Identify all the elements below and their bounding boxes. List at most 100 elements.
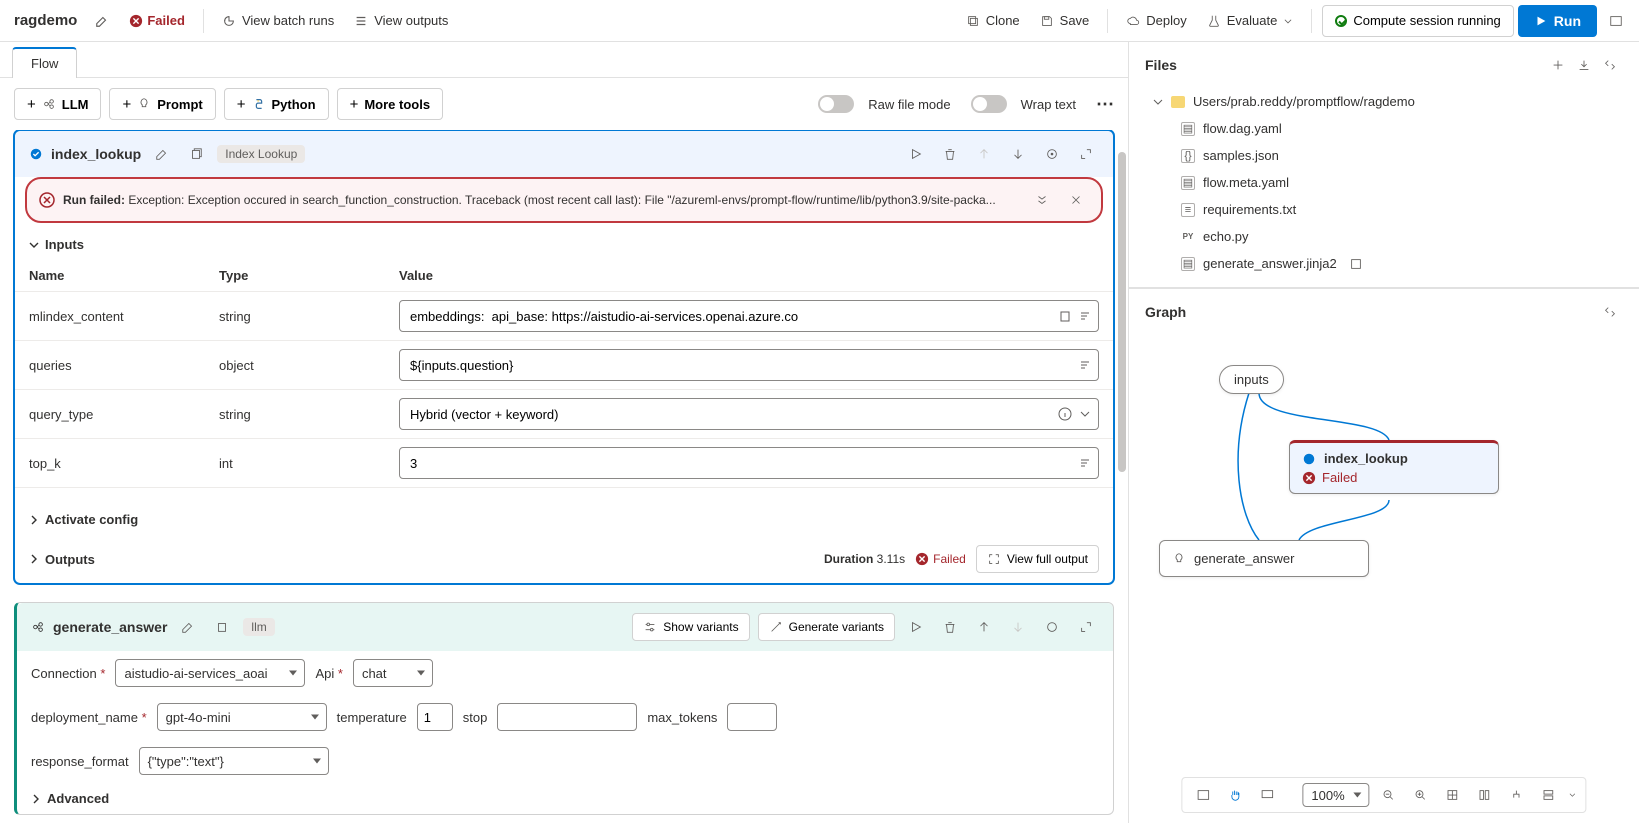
layout-button[interactable]: [1472, 782, 1498, 808]
locate-button[interactable]: [1039, 141, 1065, 167]
raw-file-toggle[interactable]: [818, 95, 854, 113]
file-row[interactable]: ▤generate_answer.jinja2: [1145, 250, 1623, 277]
file-row[interactable]: ▤flow.meta.yaml: [1145, 169, 1623, 196]
save-button[interactable]: Save: [1032, 6, 1098, 36]
delete-node-button[interactable]: [937, 614, 963, 640]
view-outputs-button[interactable]: View outputs: [346, 6, 456, 36]
wrap-text-toggle[interactable]: [971, 95, 1007, 113]
more-menu-button[interactable]: ⋯: [1096, 94, 1114, 115]
graph-canvas[interactable]: inputs index_lookup Failed generate_answ…: [1129, 335, 1639, 823]
edit-node-button[interactable]: [149, 141, 175, 167]
files-panel: Files Users/prab.reddy/promptflow/ragdem…: [1129, 42, 1639, 288]
delete-node-button[interactable]: [937, 141, 963, 167]
input-value-field[interactable]: [399, 349, 1099, 381]
zoom-out-button[interactable]: [1376, 782, 1402, 808]
add-llm-button[interactable]: + LLM: [14, 88, 101, 120]
max-tokens-input[interactable]: [727, 703, 777, 731]
file-row[interactable]: PYecho.py: [1145, 223, 1623, 250]
show-variants-button[interactable]: Show variants: [632, 613, 749, 641]
chevron-down-icon[interactable]: [1077, 406, 1093, 422]
graph-node-index-lookup[interactable]: index_lookup Failed: [1289, 440, 1499, 494]
play-icon: [1534, 14, 1548, 28]
clone-button[interactable]: Clone: [958, 6, 1028, 36]
expand-button[interactable]: [1073, 141, 1099, 167]
folder-icon: [1171, 96, 1185, 108]
auto-layout-button[interactable]: [1504, 782, 1530, 808]
raw-file-label: Raw file mode: [868, 97, 950, 112]
file-row[interactable]: ≡requirements.txt: [1145, 196, 1623, 223]
target-icon: [1045, 620, 1059, 634]
file-row[interactable]: ▤flow.dag.yaml: [1145, 115, 1623, 142]
collapse-panel-button[interactable]: [1597, 52, 1623, 78]
connection-select[interactable]: aistudio-ai-services_aoai: [115, 659, 305, 687]
expand-error-button[interactable]: [1029, 187, 1055, 213]
copy-node-button[interactable]: [209, 614, 235, 640]
move-up-button[interactable]: [971, 614, 997, 640]
input-value-field[interactable]: [399, 447, 1099, 479]
add-python-button[interactable]: + Python: [224, 88, 329, 120]
deployment-select[interactable]: gpt-4o-mini: [157, 703, 327, 731]
locate-button[interactable]: [1039, 614, 1065, 640]
file-row[interactable]: {}samples.json: [1145, 142, 1623, 169]
deploy-button[interactable]: Deploy: [1118, 6, 1194, 36]
graph-node-inputs[interactable]: inputs: [1219, 365, 1284, 394]
generate-variants-button[interactable]: Generate variants: [758, 613, 895, 641]
zoom-select[interactable]: 100%: [1302, 783, 1369, 807]
table-row: query_type string: [15, 390, 1113, 439]
run-button[interactable]: Run: [1518, 5, 1597, 37]
orientation-button[interactable]: [1536, 782, 1562, 808]
folder-row[interactable]: Users/prab.reddy/promptflow/ragdemo: [1145, 88, 1623, 115]
more-tools-button[interactable]: + More tools: [337, 88, 444, 120]
sort-icon[interactable]: [1077, 308, 1093, 324]
close-error-button[interactable]: [1063, 187, 1089, 213]
scrollbar-thumb[interactable]: [1118, 152, 1126, 472]
input-value-field[interactable]: [399, 300, 1099, 332]
view-full-output-button[interactable]: View full output: [976, 545, 1099, 573]
add-prompt-button[interactable]: + Prompt: [109, 88, 215, 120]
input-type: int: [205, 439, 385, 488]
edit-name-button[interactable]: [87, 6, 117, 36]
add-file-button[interactable]: [1545, 52, 1571, 78]
collapse-icon: [1603, 58, 1617, 72]
copy-icon[interactable]: [1057, 308, 1073, 324]
response-format-select[interactable]: {"type":"text"}: [139, 747, 329, 775]
screenshot-button[interactable]: [1190, 782, 1216, 808]
response-format-label: response_format: [31, 754, 129, 769]
target-icon: [1045, 147, 1059, 161]
outputs-section-header[interactable]: Outputs: [29, 552, 95, 567]
fit-button[interactable]: [1254, 782, 1280, 808]
move-up-button[interactable]: [971, 141, 997, 167]
expand-button[interactable]: [1073, 614, 1099, 640]
edit-node-button[interactable]: [175, 614, 201, 640]
advanced-section-header[interactable]: Advanced: [17, 783, 1113, 814]
tree-icon: [1510, 788, 1524, 802]
api-select[interactable]: chat: [353, 659, 433, 687]
run-node-button[interactable]: [903, 141, 929, 167]
temperature-input[interactable]: [417, 703, 453, 731]
copy-node-button[interactable]: [183, 141, 209, 167]
stop-input[interactable]: [497, 703, 637, 731]
overflow-button[interactable]: [1601, 6, 1631, 36]
info-icon[interactable]: [1057, 406, 1073, 422]
collapse-graph-button[interactable]: [1597, 299, 1623, 325]
sort-icon[interactable]: [1077, 357, 1093, 373]
pan-button[interactable]: [1222, 782, 1248, 808]
evaluate-button[interactable]: Evaluate: [1199, 6, 1302, 36]
view-batch-runs-button[interactable]: View batch runs: [214, 6, 342, 36]
inputs-section-header[interactable]: Inputs: [15, 229, 1113, 260]
chevron-down-icon[interactable]: [1568, 788, 1578, 802]
duration: Duration 3.11s: [824, 552, 905, 566]
run-node-button[interactable]: [903, 614, 929, 640]
input-value-field[interactable]: [399, 398, 1099, 430]
download-button[interactable]: [1571, 52, 1597, 78]
move-down-button[interactable]: [1005, 614, 1031, 640]
minimap-button[interactable]: [1440, 782, 1466, 808]
tab-flow[interactable]: Flow: [12, 47, 77, 78]
sort-icon[interactable]: [1077, 455, 1093, 471]
move-down-button[interactable]: [1005, 141, 1031, 167]
graph-node-generate-answer[interactable]: generate_answer: [1159, 540, 1369, 577]
file-icon: ▤: [1181, 122, 1195, 136]
zoom-in-button[interactable]: [1408, 782, 1434, 808]
activate-config-header[interactable]: Activate config: [15, 504, 1113, 535]
compute-status-button[interactable]: Compute session running: [1322, 5, 1513, 37]
